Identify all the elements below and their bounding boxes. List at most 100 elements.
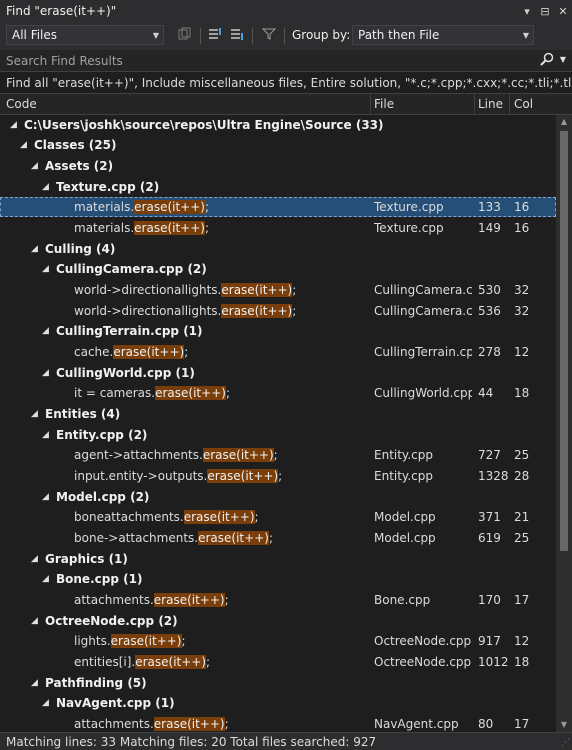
column-header-code[interactable]: Code — [6, 97, 37, 111]
collapse-triangle-icon[interactable]: ◢ — [31, 239, 38, 259]
group-label: Assets (2) — [45, 159, 114, 173]
result-code: it = cameras.erase(it++); — [74, 386, 230, 400]
chevron-down-icon: ▼ — [522, 30, 530, 40]
column-header-line[interactable]: Line — [478, 97, 503, 111]
result-line: 80 — [478, 717, 494, 731]
collapse-triangle-icon[interactable]: ◢ — [31, 549, 38, 569]
result-row[interactable]: entities[i].erase(it++); OctreeNode.cpp … — [0, 652, 556, 672]
group-row[interactable]: ◢ Classes (25) — [0, 135, 556, 155]
vertical-scrollbar[interactable]: ▲ ▼ — [556, 115, 572, 732]
search-options-chevron-icon[interactable]: ▼ — [560, 55, 566, 64]
collapse-triangle-icon[interactable]: ◢ — [31, 673, 38, 693]
file-group-row[interactable]: ◢ NavAgent.cpp (1) — [0, 693, 556, 713]
copy-icon[interactable] — [176, 27, 194, 45]
window-title: Find "erase(it++)" — [6, 4, 117, 18]
group-by-dropdown[interactable]: Path then File ▼ — [352, 25, 534, 45]
file-group-label: CullingCamera.cpp (2) — [56, 262, 207, 276]
result-row[interactable]: attachments.erase(it++); NavAgent.cpp 80… — [0, 714, 556, 732]
match-highlight: erase(it++) — [155, 386, 226, 400]
result-code: materials.erase(it++); — [74, 200, 210, 214]
scroll-up-arrow-icon[interactable]: ▲ — [556, 115, 572, 129]
result-row[interactable]: materials.erase(it++); Texture.cpp 149 1… — [0, 218, 556, 238]
file-group-row[interactable]: ◢ CullingCamera.cpp (2) — [0, 259, 556, 279]
scope-dropdown[interactable]: All Files ▼ — [6, 25, 164, 45]
match-highlight: erase(it++) — [153, 717, 225, 731]
group-by-label: Group by: — [292, 28, 351, 42]
file-group-row[interactable]: ◢ Bone.cpp (1) — [0, 569, 556, 589]
result-line: 278 — [478, 345, 501, 359]
collapse-triangle-icon[interactable]: ◢ — [31, 611, 38, 631]
collapse-triangle-icon[interactable]: ◢ — [42, 363, 49, 383]
result-row[interactable]: world->directionallights.erase(it++); Cu… — [0, 301, 556, 321]
collapse-triangle-icon[interactable]: ◢ — [42, 259, 49, 279]
window-dock-button[interactable]: ⊟ — [536, 5, 554, 18]
collapse-triangle-icon[interactable]: ◢ — [10, 115, 17, 135]
result-col: 18 — [514, 386, 530, 400]
result-row[interactable]: input.entity->outputs.erase(it++); Entit… — [0, 466, 556, 486]
previous-result-icon[interactable] — [206, 27, 224, 45]
column-header-file[interactable]: File — [374, 97, 394, 111]
result-row[interactable]: boneattachments.erase(it++); Model.cpp 3… — [0, 507, 556, 527]
group-row[interactable]: ◢ Graphics (1) — [0, 549, 556, 569]
resize-grip-icon[interactable]: ⋰ — [561, 738, 570, 748]
group-row[interactable]: ◢ C:\Users\joshk\source\repos\Ultra Engi… — [0, 115, 556, 135]
match-highlight: erase(it++) — [198, 531, 269, 545]
collapse-triangle-icon[interactable]: ◢ — [42, 569, 49, 589]
result-col: 25 — [514, 448, 530, 462]
toolbar: All Files ▼ Group by: Path then File ▼ — [0, 22, 572, 50]
match-highlight: erase(it++) — [153, 593, 225, 607]
collapse-triangle-icon[interactable]: ◢ — [42, 177, 49, 197]
group-label: Classes (25) — [34, 138, 117, 152]
result-row[interactable]: bone->attachments.erase(it++); Model.cpp… — [0, 528, 556, 548]
collapse-triangle-icon[interactable]: ◢ — [31, 156, 38, 176]
next-result-icon[interactable] — [228, 27, 246, 45]
result-file: CullingWorld.cpp — [374, 386, 472, 400]
file-group-row[interactable]: ◢ Entity.cpp (2) — [0, 425, 556, 445]
collapse-triangle-icon[interactable]: ◢ — [20, 135, 27, 155]
column-headers: Code File Line Col — [0, 93, 572, 115]
result-line: 530 — [478, 283, 501, 297]
result-col: 17 — [514, 717, 530, 731]
filter-icon[interactable] — [260, 27, 278, 45]
file-group-row[interactable]: ◢ Texture.cpp (2) — [0, 177, 556, 197]
result-row[interactable]: lights.erase(it++); OctreeNode.cpp 917 1… — [0, 631, 556, 651]
column-divider[interactable] — [509, 94, 510, 114]
result-code: agent->attachments.erase(it++); — [74, 448, 278, 462]
group-row[interactable]: ◢ Entities (4) — [0, 404, 556, 424]
collapse-triangle-icon[interactable]: ◢ — [31, 404, 38, 424]
result-line: 1012 — [478, 655, 509, 669]
result-row[interactable]: it = cameras.erase(it++); CullingWorld.c… — [0, 383, 556, 403]
scrollbar-thumb[interactable] — [560, 131, 568, 551]
group-row[interactable]: ◢ Assets (2) — [0, 156, 556, 176]
result-row[interactable]: attachments.erase(it++); Bone.cpp 170 17 — [0, 590, 556, 610]
file-group-row[interactable]: ◢ Model.cpp (2) — [0, 487, 556, 507]
result-line: 149 — [478, 221, 501, 235]
result-row[interactable]: world->directionallights.erase(it++); Cu… — [0, 280, 556, 300]
group-row[interactable]: ◢ Pathfinding (5) — [0, 673, 556, 693]
collapse-triangle-icon[interactable]: ◢ — [42, 693, 49, 713]
file-group-row[interactable]: ◢ OctreeNode.cpp (2) — [0, 611, 556, 631]
file-group-row[interactable]: ◢ CullingTerrain.cpp (1) — [0, 321, 556, 341]
match-highlight: erase(it++) — [135, 655, 207, 669]
result-file: CullingCamera.c... — [374, 283, 472, 297]
column-header-col[interactable]: Col — [514, 97, 533, 111]
result-row[interactable]: cache.erase(it++); CullingTerrain.cpp 27… — [0, 342, 556, 362]
collapse-triangle-icon[interactable]: ◢ — [42, 425, 49, 445]
column-divider[interactable] — [370, 94, 371, 114]
column-divider[interactable] — [474, 94, 475, 114]
window-menu-button[interactable]: ▾ — [518, 5, 536, 18]
result-row[interactable]: materials.erase(it++); Texture.cpp 133 1… — [0, 197, 556, 217]
search-icon[interactable] — [540, 52, 554, 70]
search-input[interactable]: Search Find Results ▼ — [0, 50, 572, 72]
collapse-triangle-icon[interactable]: ◢ — [42, 487, 49, 507]
file-group-row[interactable]: ◢ CullingWorld.cpp (1) — [0, 363, 556, 383]
scope-value: All Files — [12, 28, 58, 42]
group-row[interactable]: ◢ Culling (4) — [0, 239, 556, 259]
result-file: CullingTerrain.cpp — [374, 345, 472, 359]
result-code: boneattachments.erase(it++); — [74, 510, 259, 524]
scroll-down-arrow-icon[interactable]: ▼ — [556, 718, 572, 732]
collapse-triangle-icon[interactable]: ◢ — [42, 321, 49, 341]
match-highlight: erase(it++) — [207, 469, 279, 483]
window-close-button[interactable]: ✕ — [554, 5, 572, 18]
result-row[interactable]: agent->attachments.erase(it++); Entity.c… — [0, 445, 556, 465]
